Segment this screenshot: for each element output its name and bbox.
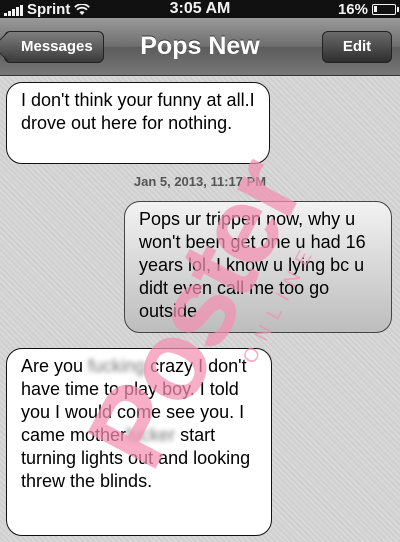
navigation-bar: Messages Pops New Edit (0, 18, 400, 76)
battery-area: 16% (337, 1, 399, 18)
battery-icon (372, 4, 399, 15)
message-text: I don't think your funny at all.I drove … (21, 90, 255, 133)
edit-button[interactable]: Edit (322, 31, 392, 63)
censored-word: fucking (88, 356, 146, 376)
status-bar: Sprint 3:05 AM 16% (0, 0, 400, 18)
battery-percent: 16% (337, 1, 368, 18)
message-thread[interactable]: I don't think your funny at all.I drove … (0, 77, 400, 542)
outgoing-message: Pops ur trippen now, why u won't been ge… (124, 201, 392, 333)
incoming-message: I don't think your funny at all.I drove … (6, 82, 270, 164)
message-text-part: Are you (21, 356, 89, 376)
battery-level (374, 6, 377, 12)
censored-word: fucker (126, 425, 176, 445)
message-text: Pops ur trippen now, why u won't been ge… (139, 209, 366, 321)
incoming-message: Are you fucking crazy I don't have time … (6, 348, 272, 536)
message-timestamp: Jan 5, 2013, 11:17 PM (133, 174, 267, 189)
